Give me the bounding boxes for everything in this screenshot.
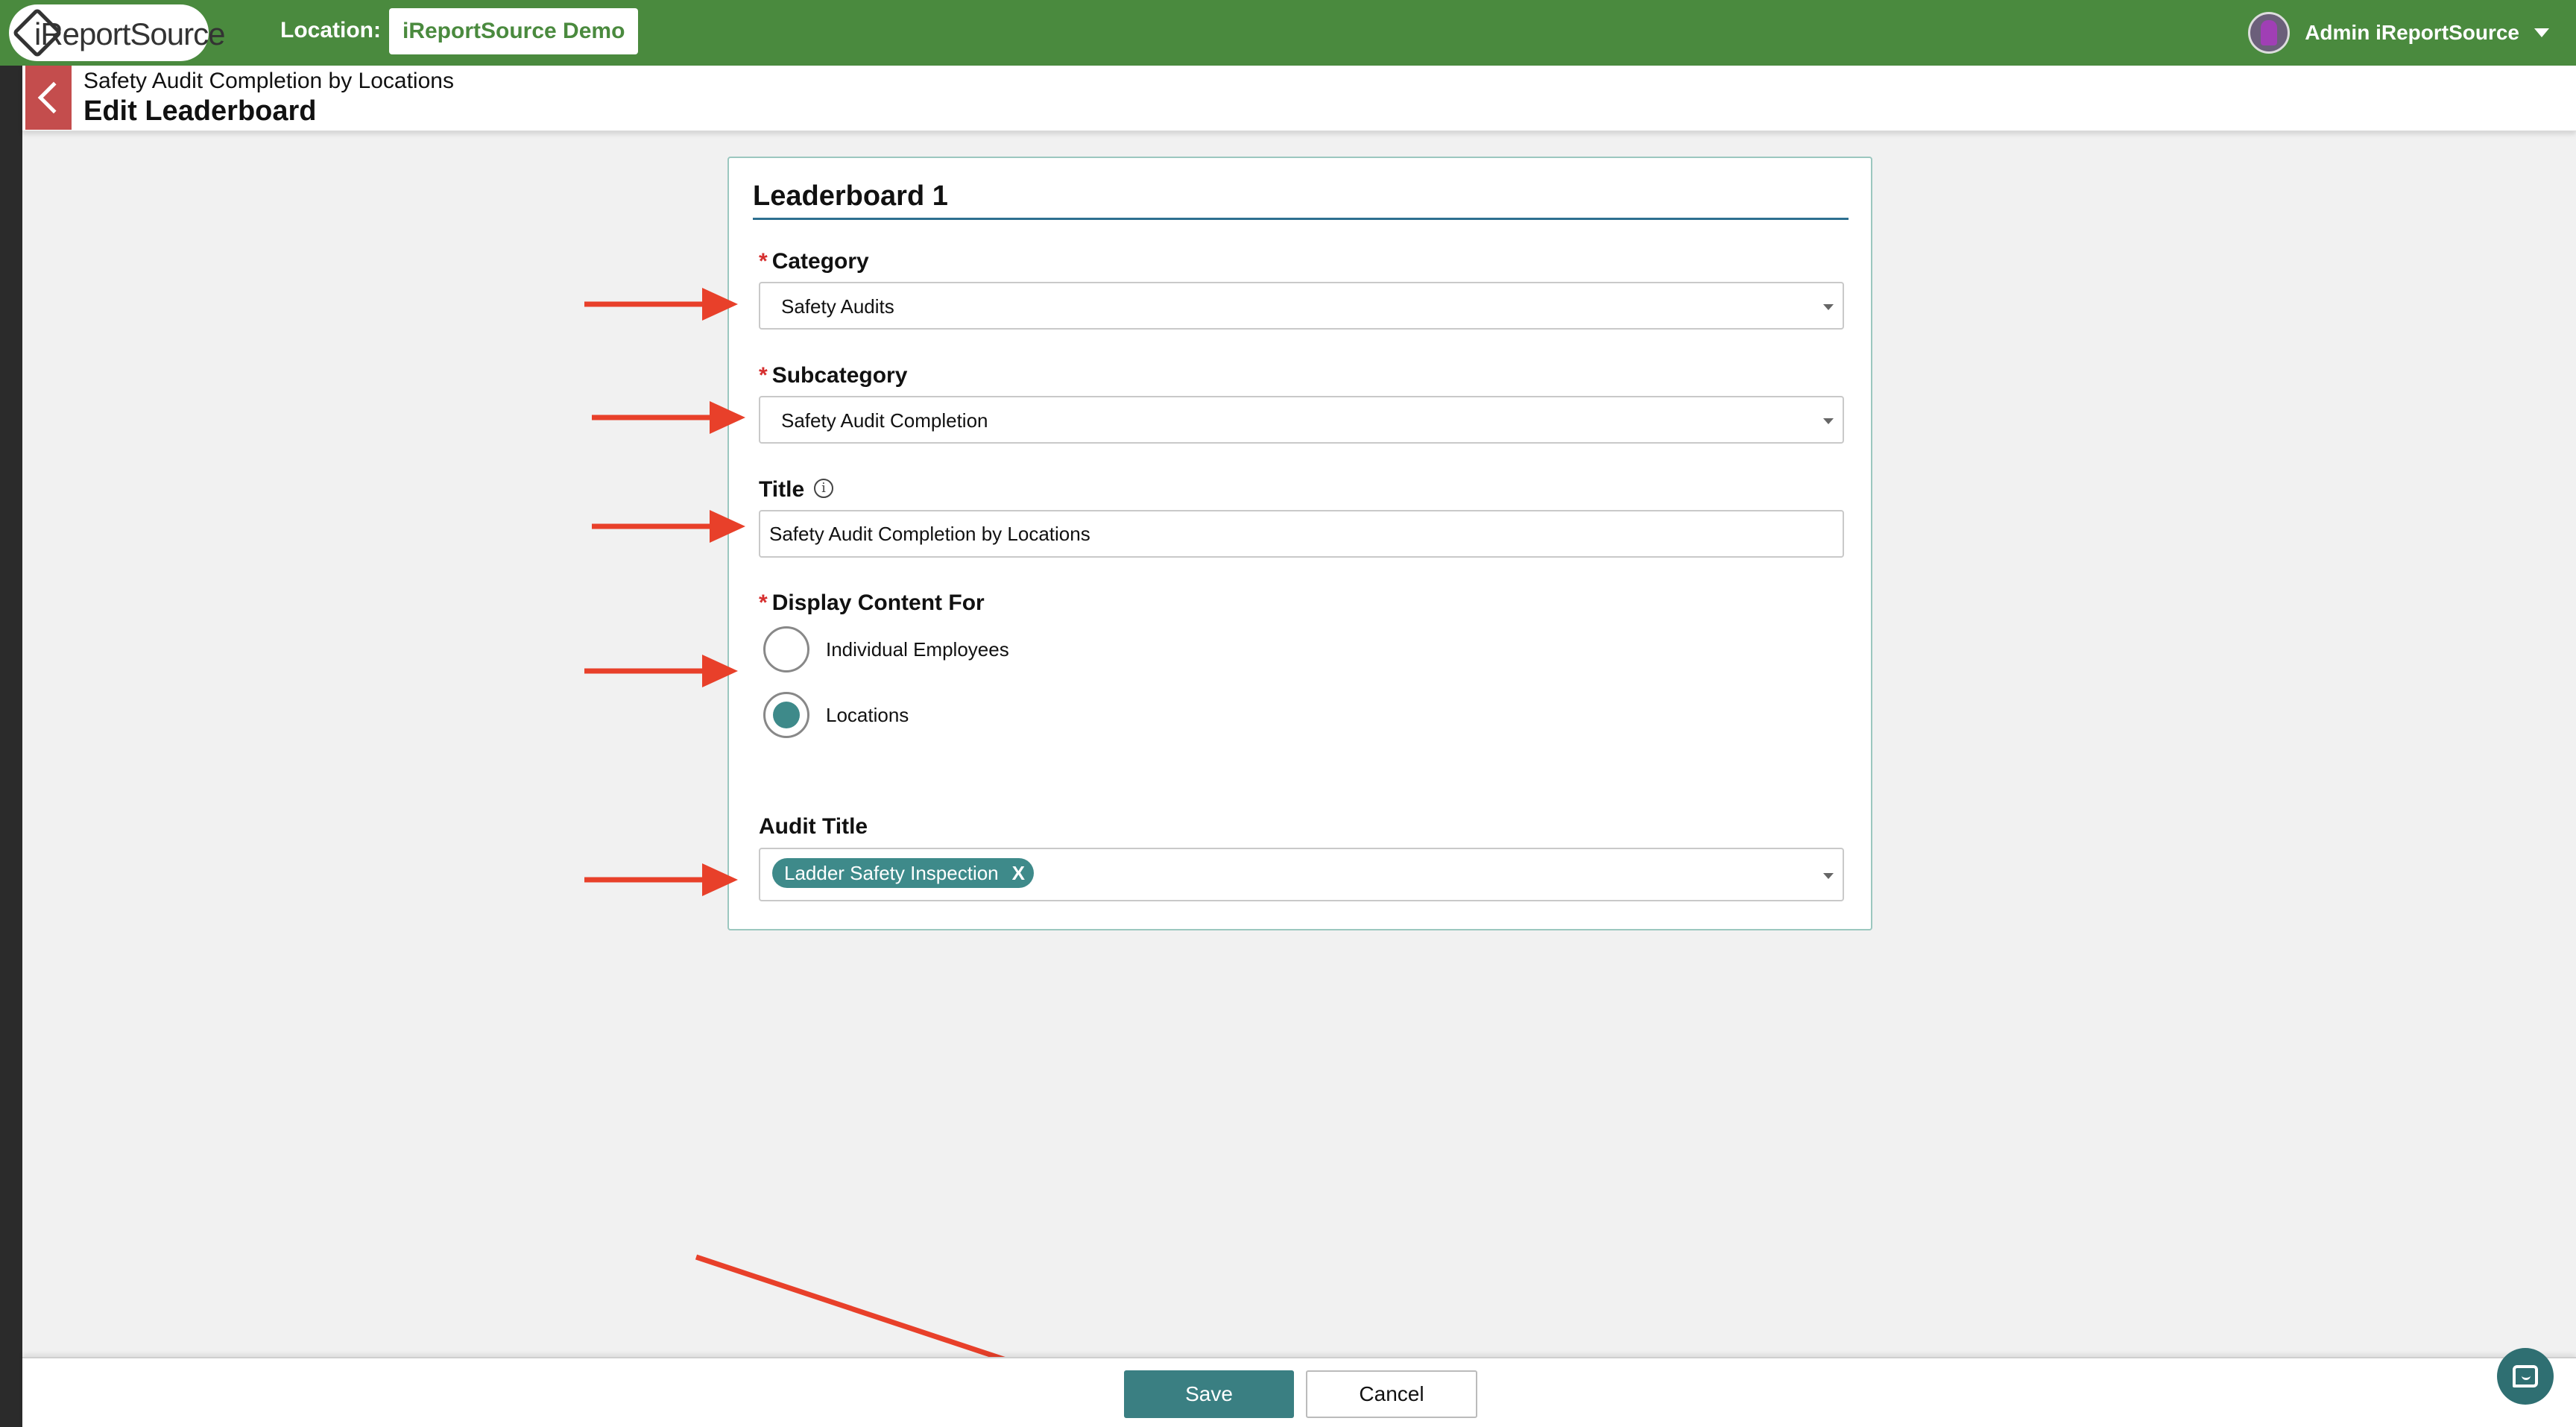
logo-text: iReportSource [34, 16, 225, 51]
subcategory-label-text: Subcategory [771, 363, 908, 388]
user-menu[interactable]: Admin iReportSource [2248, 10, 2549, 55]
subcategory-value: Safety Audit Completion [781, 409, 988, 432]
chevron-left-icon [37, 81, 70, 114]
display-content-for-label-text: Display Content For [771, 590, 985, 615]
page-header: Safety Audit Completion by Locations Edi… [22, 66, 2576, 131]
avatar-image [2261, 20, 2278, 45]
breadcrumb: Safety Audit Completion by Locations [83, 69, 454, 93]
radio-button-selected[interactable] [763, 692, 809, 738]
category-label: * Category [759, 249, 869, 274]
location-label: Location: [280, 18, 381, 42]
page-title: Edit Leaderboard [83, 95, 317, 127]
annotation-arrow-icon [584, 863, 738, 896]
cancel-button[interactable]: Cancel [1306, 1370, 1477, 1418]
required-marker: * [759, 590, 768, 615]
radio-locations[interactable]: Locations [763, 692, 909, 738]
tag-label: Ladder Safety Inspection [784, 861, 999, 884]
radio-individual-employees[interactable]: Individual Employees [763, 626, 1009, 672]
tag-remove-button[interactable]: X [1012, 862, 1025, 885]
leaderboard-form-card: Leaderboard 1 * Category Safety Audits * S… [727, 157, 1872, 930]
form-footer: Save Cancel [22, 1357, 2576, 1427]
info-icon[interactable]: i [814, 479, 833, 498]
audit-title-label: Audit Title [759, 814, 868, 839]
dropdown-caret-icon [1823, 418, 1834, 424]
category-label-text: Category [771, 249, 869, 274]
dropdown-caret-icon [1823, 873, 1834, 879]
radio-label[interactable]: Locations [826, 704, 909, 727]
selected-tag: Ladder Safety Inspection X [772, 858, 1034, 888]
user-name[interactable]: Admin iReportSource [2305, 21, 2519, 45]
display-content-for-label: * Display Content For [759, 590, 985, 616]
title-label: Title [759, 477, 805, 502]
annotation-arrow-icon [584, 288, 738, 321]
avatar[interactable] [2248, 12, 2291, 54]
radio-button[interactable] [763, 626, 809, 672]
title-input[interactable] [759, 510, 1844, 558]
radio-selected-dot [773, 702, 800, 728]
annotation-arrow-icon [592, 510, 745, 543]
annotation-arrow-icon [584, 655, 738, 687]
location-selector[interactable]: iReportSource Demo [389, 8, 639, 54]
top-navigation-bar: iReportSource Location: iReportSource De… [0, 0, 2576, 66]
title-divider [753, 218, 1849, 220]
card-title: Leaderboard 1 [753, 180, 948, 212]
audit-title-multiselect[interactable]: Ladder Safety Inspection X [759, 848, 1844, 901]
required-marker: * [759, 249, 768, 274]
save-button[interactable]: Save [1124, 1370, 1294, 1418]
chat-support-button[interactable] [2497, 1348, 2554, 1405]
left-dark-strip [0, 66, 22, 1427]
subcategory-select[interactable]: Safety Audit Completion [759, 396, 1844, 444]
chat-icon [2513, 1365, 2538, 1387]
annotation-arrow-icon [592, 401, 745, 434]
radio-label[interactable]: Individual Employees [826, 638, 1009, 661]
category-select[interactable]: Safety Audits [759, 282, 1844, 330]
dropdown-caret-icon [1823, 304, 1834, 310]
category-value: Safety Audits [781, 295, 894, 318]
chevron-down-icon[interactable] [2534, 28, 2549, 37]
subcategory-label: * Subcategory [759, 363, 907, 388]
required-marker: * [759, 363, 768, 388]
back-button[interactable] [25, 66, 72, 130]
app-logo[interactable]: iReportSource [9, 4, 225, 61]
